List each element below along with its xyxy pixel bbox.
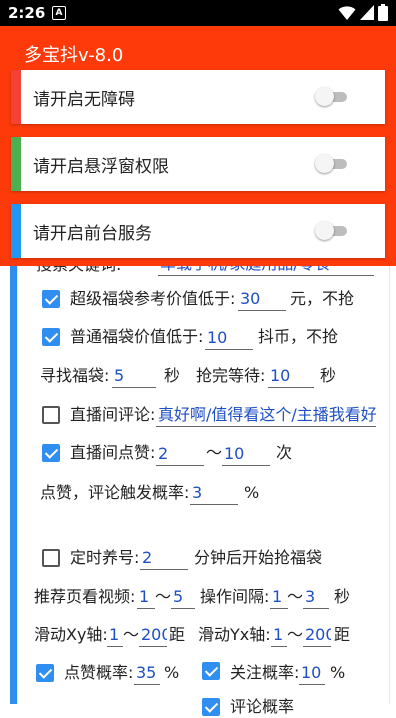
foreground-service-toggle[interactable] <box>315 221 347 240</box>
find-bag-label: 寻找福袋: <box>40 366 110 385</box>
super-bag-suffix: 元，不抢 <box>290 289 355 308</box>
swipe-xy-unit: 距 <box>169 625 186 644</box>
divider <box>17 230 18 704</box>
swipe-xy-to-input[interactable]: 200 <box>139 623 167 647</box>
comment-prob-label: 评论概率 <box>230 697 295 716</box>
swipe-xy-separator: ～ <box>123 625 140 644</box>
live-like-separator: ～ <box>206 443 223 462</box>
accessibility-toggle[interactable] <box>315 87 347 106</box>
grab-wait-label: 抢完等待: <box>196 366 266 385</box>
live-comment-checkbox[interactable] <box>42 406 60 424</box>
permission-stripe <box>11 137 21 191</box>
permission-overlay: 多宝抖v-8.0 请开启无障碍 请开启悬浮窗权限 请开启前台服务 <box>0 26 396 266</box>
swipe-yx-from-input[interactable]: 1 <box>271 623 287 647</box>
cell-signal-icon <box>360 5 374 20</box>
live-comment-input[interactable]: 真好啊/值得看这个/主播我看好 <box>156 403 376 427</box>
section-stripe <box>10 230 17 704</box>
timed-nurture-label: 定时养号: <box>70 548 140 567</box>
op-interval-from-input[interactable]: 1 <box>270 585 288 609</box>
like-prob-label: 点赞概率: <box>64 663 134 682</box>
live-like-unit: 次 <box>276 443 293 462</box>
toggle-thumb <box>315 154 334 173</box>
grab-wait-unit: 秒 <box>320 366 337 385</box>
toggle-thumb <box>315 221 334 240</box>
app-title: 多宝抖v-8.0 <box>24 45 124 66</box>
super-bag-value-input[interactable]: 30 <box>238 287 286 311</box>
follow-prob-label: 关注概率: <box>230 663 300 682</box>
swipe-xy-from-input[interactable]: 1 <box>107 623 123 647</box>
live-like-checkbox[interactable] <box>42 444 60 462</box>
status-bar: 2:26 A <box>0 0 396 26</box>
live-like-to-input[interactable]: 10 <box>222 442 270 466</box>
timed-nurture-checkbox[interactable] <box>42 549 60 567</box>
super-bag-label: 超级福袋参考价值低于: <box>70 289 236 308</box>
super-bag-checkbox[interactable] <box>42 290 60 308</box>
status-time: 2:26 <box>8 4 46 22</box>
wifi-icon <box>338 6 356 20</box>
op-interval-label: 操作间隔: <box>200 587 270 606</box>
normal-bag-checkbox[interactable] <box>42 328 60 346</box>
op-interval-to-input[interactable]: 3 <box>303 585 329 609</box>
like-prob-input[interactable]: 35 <box>134 661 160 685</box>
follow-prob-checkbox[interactable] <box>202 662 220 680</box>
permission-stripe <box>11 204 21 258</box>
permission-overlay-window[interactable]: 请开启悬浮窗权限 <box>11 137 385 191</box>
live-like-from-input[interactable]: 2 <box>156 442 204 466</box>
comment-prob-checkbox[interactable] <box>202 698 220 716</box>
normal-bag-value-input[interactable]: 10 <box>205 326 253 350</box>
permission-accessibility[interactable]: 请开启无障碍 <box>11 70 385 124</box>
permission-stripe <box>11 70 21 124</box>
permission-label: 请开启前台服务 <box>33 224 152 244</box>
op-interval-unit: 秒 <box>334 587 351 606</box>
swipe-yx-unit: 距 <box>334 625 351 644</box>
normal-bag-label: 普通福袋价值低于: <box>70 327 204 346</box>
timed-nurture-input[interactable]: 2 <box>140 546 188 570</box>
normal-bag-suffix: 抖币，不抢 <box>258 327 339 346</box>
battery-icon <box>378 4 388 21</box>
recommend-video-label: 推荐页看视频: <box>34 587 136 606</box>
trigger-prob-unit: % <box>244 483 260 502</box>
swipe-yx-label: 滑动Yx轴: <box>198 625 271 644</box>
op-interval-separator: ～ <box>287 587 304 606</box>
timed-nurture-suffix: 分钟后开始抢福袋 <box>194 548 323 567</box>
notification-icon: A <box>52 6 66 20</box>
toggle-thumb <box>315 87 334 106</box>
find-bag-input[interactable]: 5 <box>112 364 156 388</box>
swipe-yx-separator: ～ <box>287 625 304 644</box>
live-like-label: 直播间点赞: <box>70 443 156 462</box>
follow-prob-input[interactable]: 10 <box>299 661 325 685</box>
swipe-xy-label: 滑动Xy轴: <box>34 625 108 644</box>
swipe-yx-to-input[interactable]: 200 <box>303 623 331 647</box>
permission-foreground-service[interactable]: 请开启前台服务 <box>11 204 385 258</box>
overlay-window-toggle[interactable] <box>315 154 347 173</box>
grab-wait-input[interactable]: 10 <box>268 364 314 388</box>
recommend-to-input[interactable]: 5 <box>171 585 195 609</box>
recommend-from-input[interactable]: 1 <box>137 585 155 609</box>
find-bag-unit: 秒 <box>164 366 181 385</box>
divider <box>389 230 390 704</box>
permission-label: 请开启悬浮窗权限 <box>33 157 169 177</box>
trigger-prob-input[interactable]: 3 <box>190 481 238 505</box>
live-comment-label: 直播间评论: <box>70 405 156 424</box>
recommend-separator: ～ <box>155 587 172 606</box>
like-prob-unit: % <box>164 663 180 682</box>
permission-label: 请开启无障碍 <box>33 90 135 110</box>
trigger-prob-label: 点赞，评论触发概率: <box>40 483 190 502</box>
follow-prob-unit: % <box>330 663 346 682</box>
like-prob-checkbox[interactable] <box>36 664 54 682</box>
